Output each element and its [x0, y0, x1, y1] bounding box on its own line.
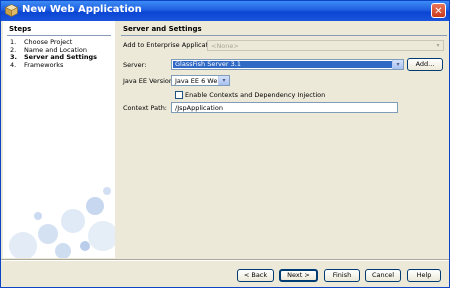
chevron-down-icon: ▾: [433, 41, 443, 50]
steps-list: 1. Choose Project 2. Name and Location 3. S…: [10, 38, 97, 69]
button-bar-separator: [1, 259, 449, 261]
server-label: Server:: [123, 61, 147, 69]
enterprise-app-combo: <None> ▾: [207, 40, 444, 51]
add-server-button[interactable]: Add...: [407, 58, 443, 71]
steps-divider: [7, 35, 111, 36]
next-button[interactable]: Next >: [279, 269, 318, 282]
netbeans-cube-icon: [5, 4, 18, 17]
decorative-bubbles-image: [9, 187, 115, 258]
cdi-checkbox[interactable]: [175, 91, 183, 99]
window-title: New Web Application: [22, 4, 142, 15]
close-button[interactable]: ✕: [431, 3, 446, 18]
step-item-frameworks: 4. Frameworks: [10, 60, 64, 69]
chevron-down-icon[interactable]: ▾: [392, 60, 403, 69]
finish-button[interactable]: Finish: [324, 269, 360, 282]
enterprise-app-label: Add to Enterprise Application:: [123, 41, 221, 49]
dialog-window: New Web Application ✕ Steps 1. Choose Pro…: [0, 0, 450, 288]
steps-heading: Steps: [9, 25, 32, 33]
cdi-checkbox-label: Enable Contexts and Dependency Injection: [185, 91, 326, 99]
cancel-button[interactable]: Cancel: [365, 269, 401, 282]
title-bar[interactable]: New Web Application ✕: [1, 1, 449, 21]
help-button[interactable]: Help: [407, 269, 441, 282]
steps-pane: Steps 1. Choose Project 2. Name and Locati…: [3, 21, 115, 258]
chevron-down-icon[interactable]: ▾: [218, 76, 229, 85]
context-path-input[interactable]: /JspApplication: [171, 102, 398, 113]
close-icon: ✕: [434, 6, 443, 17]
javaee-version-label: Java EE Version:: [123, 77, 176, 85]
javaee-version-combo[interactable]: Java EE 6 Web ▾: [171, 75, 230, 86]
context-path-label: Context Path:: [123, 104, 167, 112]
panel-title: Server and Settings: [123, 25, 202, 33]
panel-divider: [121, 35, 447, 36]
settings-pane: Server and Settings Add to Enterprise Ap…: [119, 21, 447, 258]
back-button[interactable]: < Back: [237, 269, 274, 282]
server-combo[interactable]: GlassFish Server 3.1 ▾: [171, 59, 404, 70]
